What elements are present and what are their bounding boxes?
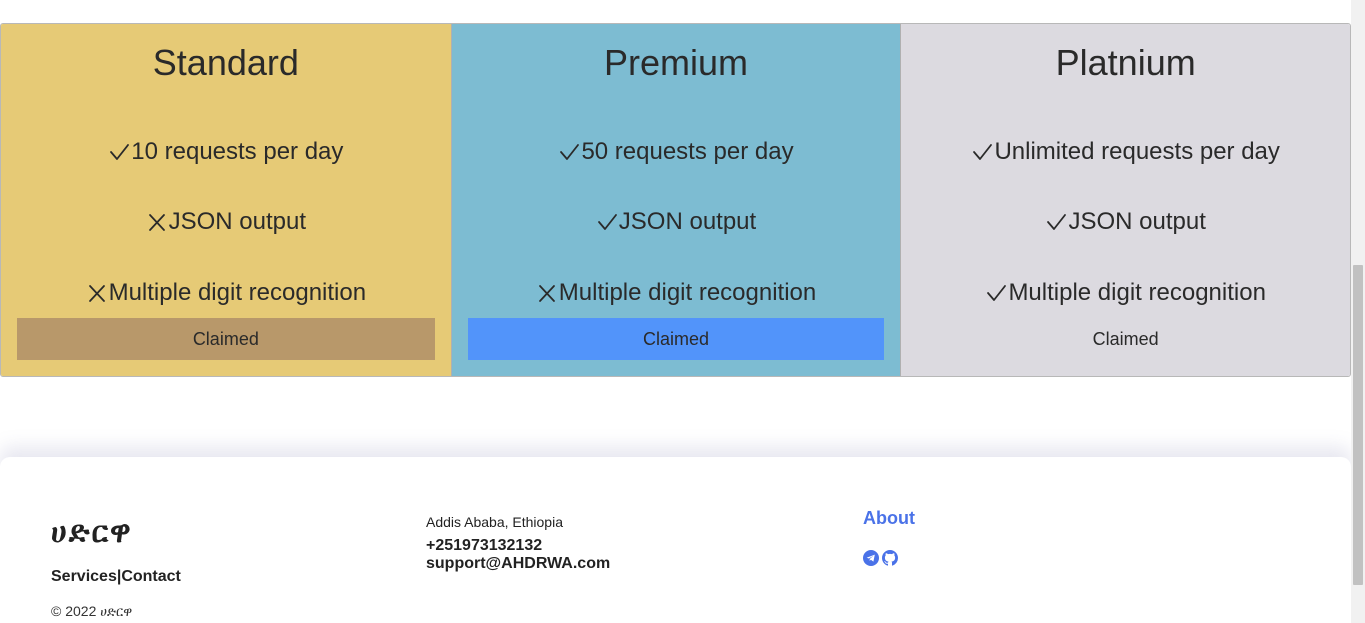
check-icon — [110, 144, 130, 160]
copyright-logo: ሀድርዋ — [100, 605, 133, 620]
x-icon — [148, 214, 165, 231]
x-icon — [88, 285, 105, 302]
footer-logo[interactable]: ሀድርዋ — [51, 515, 133, 550]
plan-feature: Unlimited requests per day — [901, 138, 1350, 166]
plan-feature: Multiple digit recognition — [901, 279, 1350, 307]
plan-feature: Multiple digit recognition — [452, 279, 901, 307]
plan-card-standard: Standard 10 requests per day JSON output… — [1, 24, 451, 376]
check-icon — [973, 144, 993, 160]
feature-label: Multiple digit recognition — [108, 279, 367, 306]
plan-feature: JSON output — [452, 208, 901, 236]
plan-title: Standard — [152, 42, 299, 83]
plan-feature: Multiple digit recognition — [1, 279, 451, 307]
plan-feature: JSON output — [1, 208, 451, 236]
pricing-plans: Standard 10 requests per day JSON output… — [0, 23, 1351, 377]
feature-label: 10 requests per day — [131, 138, 344, 165]
feature-label: Multiple digit recognition — [558, 279, 817, 306]
plan-feature: 50 requests per day — [452, 138, 901, 166]
feature-label: Multiple digit recognition — [1008, 279, 1266, 306]
page: Standard 10 requests per day JSON output… — [0, 0, 1365, 623]
x-icon — [538, 285, 555, 302]
claimed-button[interactable]: Claimed — [17, 318, 435, 360]
plan-feature: 10 requests per day — [1, 138, 451, 166]
plan-card-platnium: Platnium Unlimited requests per day JSON… — [900, 24, 1350, 376]
footer-links: Services|Contact — [51, 568, 181, 586]
github-icon[interactable] — [882, 550, 898, 566]
plan-card-premium: Premium 50 requests per day JSON output … — [450, 24, 901, 376]
copyright-text: © 2022 — [51, 603, 97, 619]
feature-label: JSON output — [1068, 208, 1206, 235]
feature-label: JSON output — [618, 208, 757, 235]
scrollbar[interactable] — [1351, 0, 1365, 623]
about-link[interactable]: About — [863, 508, 915, 529]
telegram-icon[interactable] — [863, 550, 879, 566]
plan-title: Platnium — [1055, 42, 1196, 83]
social-links — [863, 550, 898, 566]
email-address[interactable]: support@AHDRWA.com — [426, 555, 610, 573]
claimed-button[interactable]: Claimed — [467, 318, 885, 360]
check-icon — [597, 214, 617, 230]
feature-label: Unlimited requests per day — [994, 138, 1280, 165]
site-footer: ሀድርዋ Services|Contact © 2022 ሀድርዋ Addis … — [0, 457, 1351, 623]
check-icon — [987, 285, 1007, 301]
phone-number[interactable]: +251973132132 — [426, 537, 542, 555]
check-icon — [560, 144, 580, 160]
plan-feature: JSON output — [901, 208, 1350, 236]
feature-label: JSON output — [168, 208, 307, 235]
copyright: © 2022 ሀድርዋ — [51, 603, 132, 620]
check-icon — [1047, 214, 1067, 230]
feature-label: 50 requests per day — [581, 138, 794, 165]
contact-link[interactable]: Contact — [121, 568, 181, 585]
plan-title: Premium — [603, 42, 749, 83]
scrollbar-thumb[interactable] — [1353, 265, 1363, 585]
claimed-button[interactable]: Claimed — [917, 318, 1335, 360]
address: Addis Ababa, Ethiopia — [426, 514, 563, 530]
services-link[interactable]: Services — [51, 568, 117, 585]
